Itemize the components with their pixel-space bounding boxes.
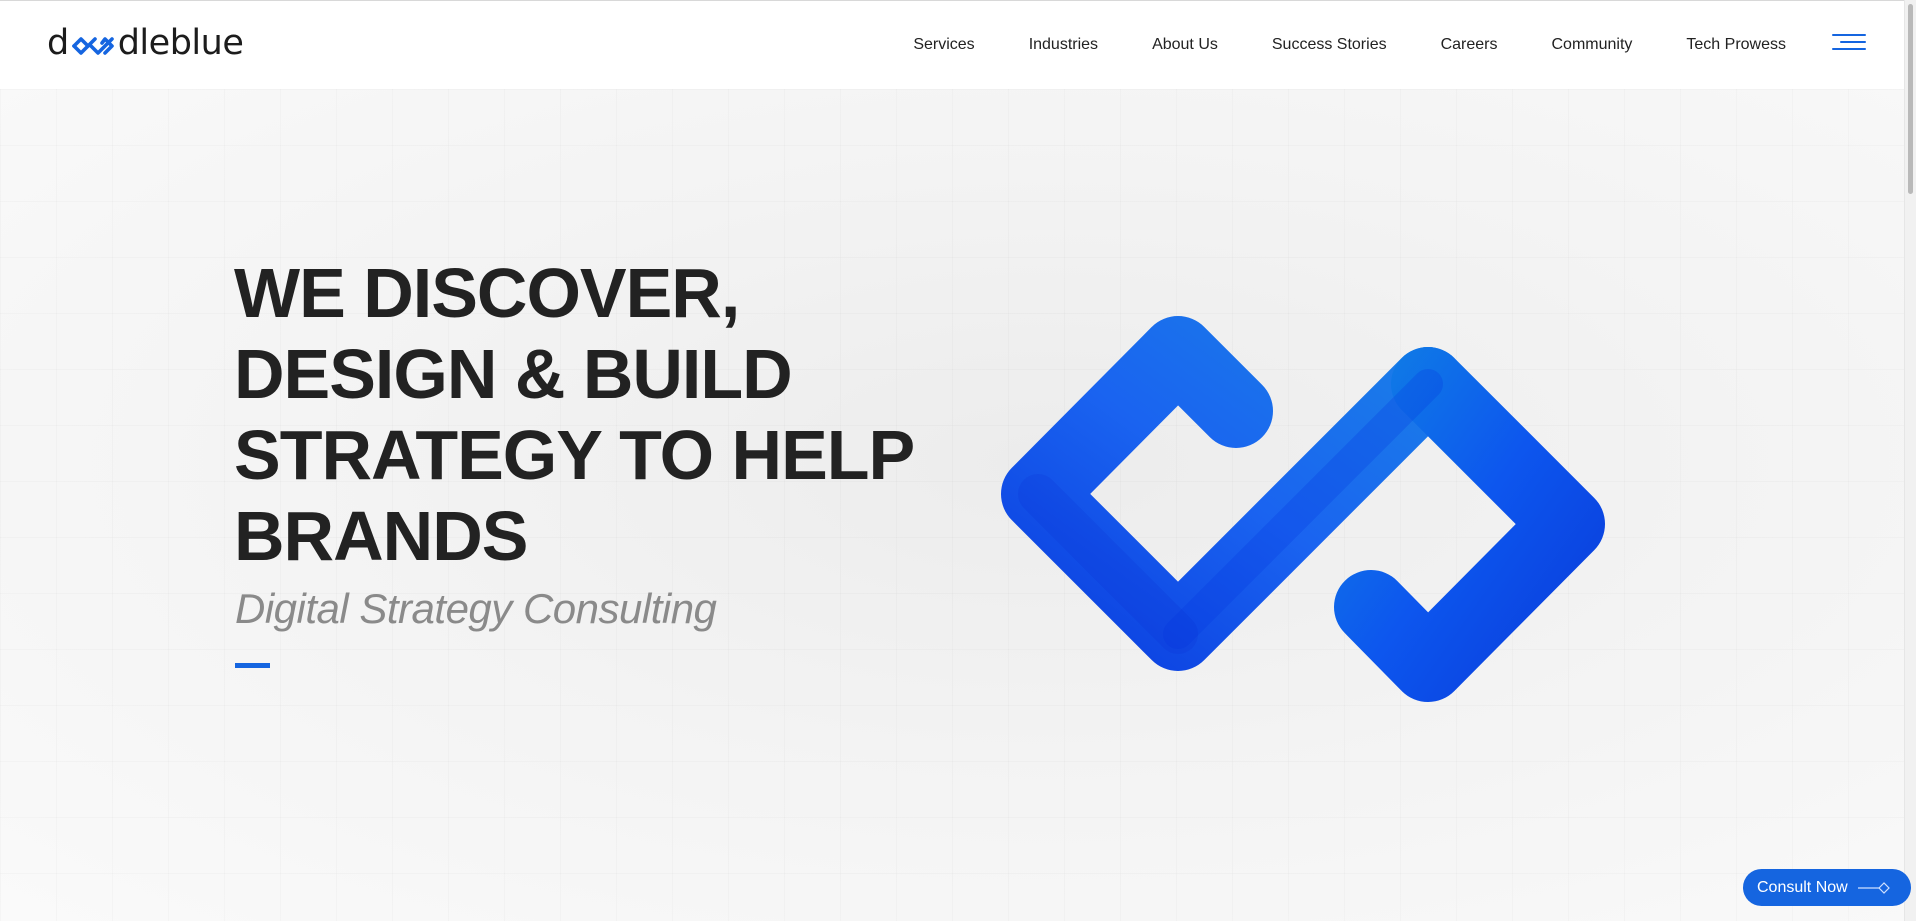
nav-item-success-stories[interactable]: Success Stories bbox=[1272, 36, 1387, 54]
infinity-link-icon bbox=[1001, 316, 1605, 702]
hero-section: WE DISCOVER, DESIGN & BUILD STRATEGY TO … bbox=[0, 89, 1904, 921]
nav-item-industries[interactable]: Industries bbox=[1029, 36, 1098, 54]
hamburger-menu-icon[interactable] bbox=[1832, 31, 1866, 55]
infinity-link-icon bbox=[71, 37, 114, 55]
main-nav: Services Industries About Us Success Sto… bbox=[859, 1, 1786, 89]
arrow-right-icon bbox=[1857, 881, 1890, 894]
headline-line: STRATEGY TO HELP bbox=[234, 416, 915, 494]
accent-dash bbox=[235, 663, 270, 668]
headline-line: BRANDS bbox=[234, 497, 528, 575]
logo-text-start: d bbox=[47, 23, 69, 63]
nav-item-community[interactable]: Community bbox=[1552, 36, 1633, 54]
nav-item-careers[interactable]: Careers bbox=[1441, 36, 1498, 54]
brand-logo[interactable]: d dleblue bbox=[47, 21, 244, 65]
page-scrollbar[interactable] bbox=[1904, 0, 1916, 921]
nav-item-about-us[interactable]: About Us bbox=[1152, 36, 1218, 54]
headline-line: WE DISCOVER, bbox=[234, 254, 740, 332]
nav-item-tech-prowess[interactable]: Tech Prowess bbox=[1686, 36, 1786, 54]
headline-line: DESIGN & BUILD bbox=[234, 335, 793, 413]
logo-text-end: dleblue bbox=[117, 23, 244, 63]
scrollbar-thumb[interactable] bbox=[1908, 4, 1913, 194]
hero-subtitle: Digital Strategy Consulting bbox=[235, 585, 717, 632]
site-header: d dleblue Services Industries About Us S… bbox=[0, 1, 1904, 89]
nav-item-services[interactable]: Services bbox=[913, 36, 974, 54]
consult-now-label: Consult Now bbox=[1757, 878, 1848, 896]
hero-headline: WE DISCOVER, DESIGN & BUILD STRATEGY TO … bbox=[234, 253, 954, 577]
consult-now-button[interactable]: Consult Now bbox=[1743, 869, 1911, 906]
